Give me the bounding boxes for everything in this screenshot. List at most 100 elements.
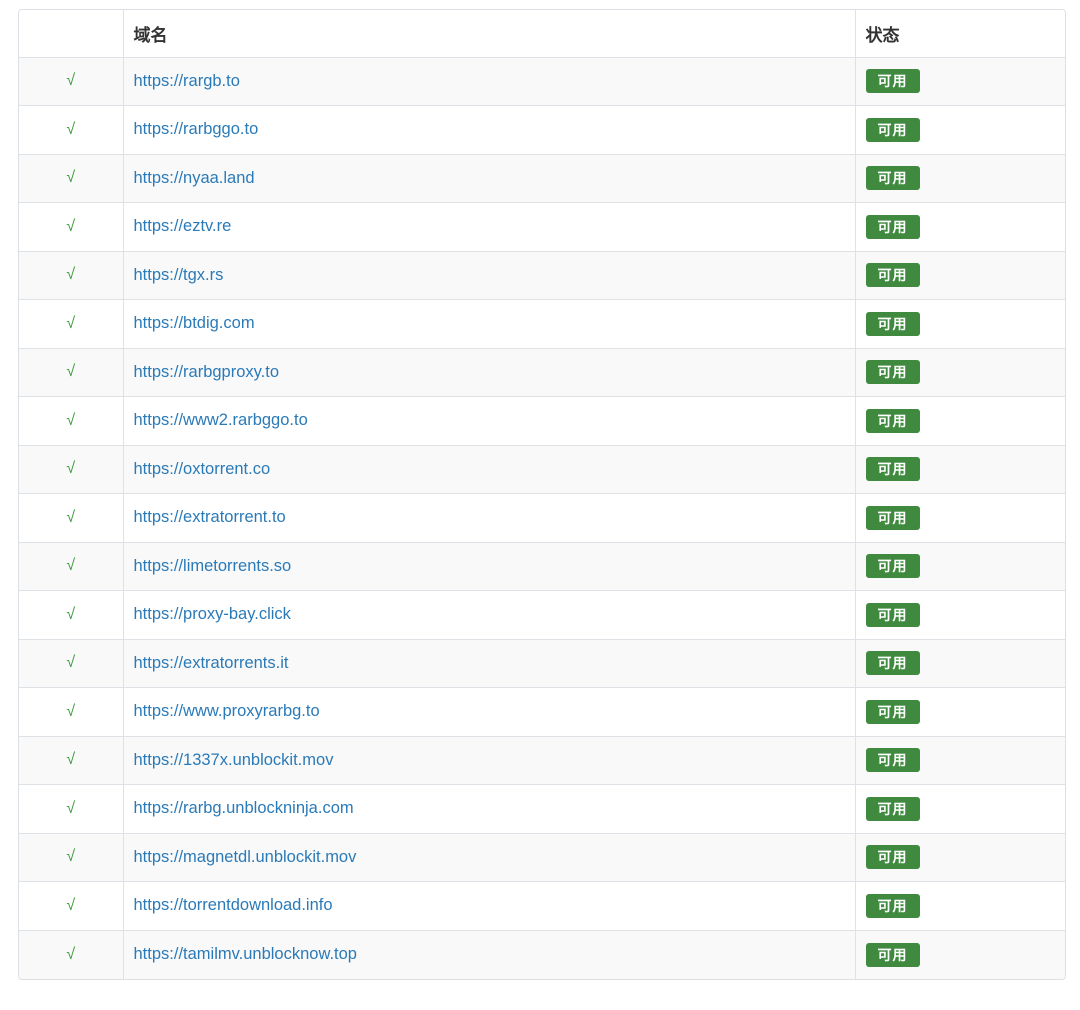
- check-icon: √: [19, 250, 123, 300]
- domain-link[interactable]: https://extratorrent.to: [134, 508, 286, 526]
- domain-link[interactable]: https://rarbgproxy.to: [134, 363, 280, 381]
- table-header-row: 域名 状态: [19, 10, 1065, 57]
- domain-cell: https://extratorrents.it: [122, 638, 855, 688]
- status-badge: 可用: [865, 214, 920, 239]
- domain-link[interactable]: https://tgx.rs: [134, 266, 224, 284]
- check-icon: √: [19, 299, 123, 348]
- domain-cell: https://1337x.unblockit.mov: [122, 735, 855, 785]
- check-icon: √: [19, 929, 123, 979]
- status-cell: 可用: [854, 493, 1065, 542]
- domain-cell: https://torrentdownload.info: [122, 881, 855, 930]
- status-cell: 可用: [854, 590, 1065, 639]
- check-icon: √: [19, 396, 123, 445]
- table-row: √ https://www2.rarbggo.to 可用: [19, 396, 1065, 445]
- domain-cell: https://nyaa.land: [122, 153, 855, 203]
- check-icon: √: [19, 56, 123, 106]
- status-badge: 可用: [865, 602, 920, 627]
- check-icon: √: [19, 153, 123, 203]
- domain-cell: https://extratorrent.to: [122, 493, 855, 542]
- domain-link[interactable]: https://rarbggo.to: [134, 120, 259, 138]
- domain-link[interactable]: https://www.proxyrarbg.to: [134, 702, 320, 720]
- table-row: √ https://oxtorrent.co 可用: [19, 444, 1065, 494]
- header-status: 状态: [854, 10, 1065, 57]
- status-badge: 可用: [865, 311, 920, 336]
- table-row: √ https://eztv.re 可用: [19, 202, 1065, 251]
- status-badge: 可用: [865, 505, 920, 530]
- table-row: √ https://magnetdl.unblockit.mov 可用: [19, 832, 1065, 882]
- domain-cell: https://rargb.to: [122, 56, 855, 106]
- table-row: √ https://torrentdownload.info 可用: [19, 881, 1065, 930]
- table-row: √ https://limetorrents.so 可用: [19, 541, 1065, 591]
- domain-link[interactable]: https://magnetdl.unblockit.mov: [134, 848, 357, 866]
- domain-link[interactable]: https://proxy-bay.click: [134, 605, 291, 623]
- status-badge: 可用: [865, 408, 920, 433]
- domain-cell: https://www2.rarbggo.to: [122, 396, 855, 445]
- table-row: √ https://tamilmv.unblocknow.top 可用: [19, 929, 1065, 979]
- check-icon: √: [19, 541, 123, 591]
- header-domain: 域名: [122, 10, 855, 57]
- check-icon: √: [19, 832, 123, 882]
- domain-link[interactable]: https://www2.rarbggo.to: [134, 411, 308, 429]
- domain-cell: https://tamilmv.unblocknow.top: [122, 929, 855, 979]
- status-cell: 可用: [854, 202, 1065, 251]
- domain-cell: https://rarbg.unblockninja.com: [122, 784, 855, 833]
- domain-link[interactable]: https://oxtorrent.co: [134, 460, 271, 478]
- check-icon: √: [19, 347, 123, 397]
- domain-cell: https://eztv.re: [122, 202, 855, 251]
- status-cell: 可用: [854, 347, 1065, 397]
- domain-link[interactable]: https://rargb.to: [134, 72, 240, 90]
- domain-link[interactable]: https://rarbg.unblockninja.com: [134, 799, 354, 817]
- domain-table-container: 域名 状态 √ https://rargb.to 可用 √ https://rarbgg…: [18, 9, 1066, 980]
- status-cell: 可用: [854, 832, 1065, 882]
- domain-link[interactable]: https://tamilmv.unblocknow.top: [134, 945, 357, 963]
- check-icon: √: [19, 493, 123, 542]
- table-row: √ https://extratorrents.it 可用: [19, 638, 1065, 688]
- check-icon: √: [19, 105, 123, 154]
- status-badge: 可用: [865, 748, 920, 773]
- check-icon: √: [19, 735, 123, 785]
- domain-link[interactable]: https://btdig.com: [134, 314, 255, 332]
- domain-link[interactable]: https://limetorrents.so: [134, 557, 292, 575]
- check-icon: √: [19, 202, 123, 251]
- status-cell: 可用: [854, 299, 1065, 348]
- table-body: √ https://rargb.to 可用 √ https://rarbggo.to 可用…: [19, 56, 1065, 979]
- status-badge: 可用: [865, 942, 920, 967]
- status-badge: 可用: [865, 69, 920, 94]
- status-cell: 可用: [854, 444, 1065, 494]
- status-badge: 可用: [865, 166, 920, 191]
- table-row: √ https://rarbg.unblockninja.com 可用: [19, 784, 1065, 833]
- table-row: √ https://www.proxyrarbg.to 可用: [19, 687, 1065, 736]
- domain-link[interactable]: https://eztv.re: [134, 217, 232, 235]
- domain-link[interactable]: https://1337x.unblockit.mov: [134, 751, 334, 769]
- status-cell: 可用: [854, 784, 1065, 833]
- domain-link[interactable]: https://extratorrents.it: [134, 654, 289, 672]
- check-icon: √: [19, 590, 123, 639]
- check-icon: √: [19, 638, 123, 688]
- status-cell: 可用: [854, 396, 1065, 445]
- table-row: √ https://tgx.rs 可用: [19, 250, 1065, 300]
- status-cell: 可用: [854, 735, 1065, 785]
- status-cell: 可用: [854, 881, 1065, 930]
- domain-status-table: 域名 状态 √ https://rargb.to 可用 √ https://rarbgg…: [19, 10, 1065, 979]
- check-icon: √: [19, 444, 123, 494]
- domain-cell: https://oxtorrent.co: [122, 444, 855, 494]
- check-icon: √: [19, 784, 123, 833]
- check-icon: √: [19, 881, 123, 930]
- check-icon: √: [19, 687, 123, 736]
- status-badge: 可用: [865, 360, 920, 385]
- status-cell: 可用: [854, 105, 1065, 154]
- domain-link[interactable]: https://nyaa.land: [134, 169, 255, 187]
- status-badge: 可用: [865, 117, 920, 142]
- domain-link[interactable]: https://torrentdownload.info: [134, 896, 333, 914]
- status-badge: 可用: [865, 845, 920, 870]
- status-badge: 可用: [865, 651, 920, 676]
- status-badge: 可用: [865, 457, 920, 482]
- domain-cell: https://tgx.rs: [122, 250, 855, 300]
- domain-cell: https://btdig.com: [122, 299, 855, 348]
- domain-cell: https://magnetdl.unblockit.mov: [122, 832, 855, 882]
- table-row: √ https://extratorrent.to 可用: [19, 493, 1065, 542]
- table-row: √ https://nyaa.land 可用: [19, 153, 1065, 203]
- status-cell: 可用: [854, 638, 1065, 688]
- status-badge: 可用: [865, 893, 920, 918]
- status-badge: 可用: [865, 699, 920, 724]
